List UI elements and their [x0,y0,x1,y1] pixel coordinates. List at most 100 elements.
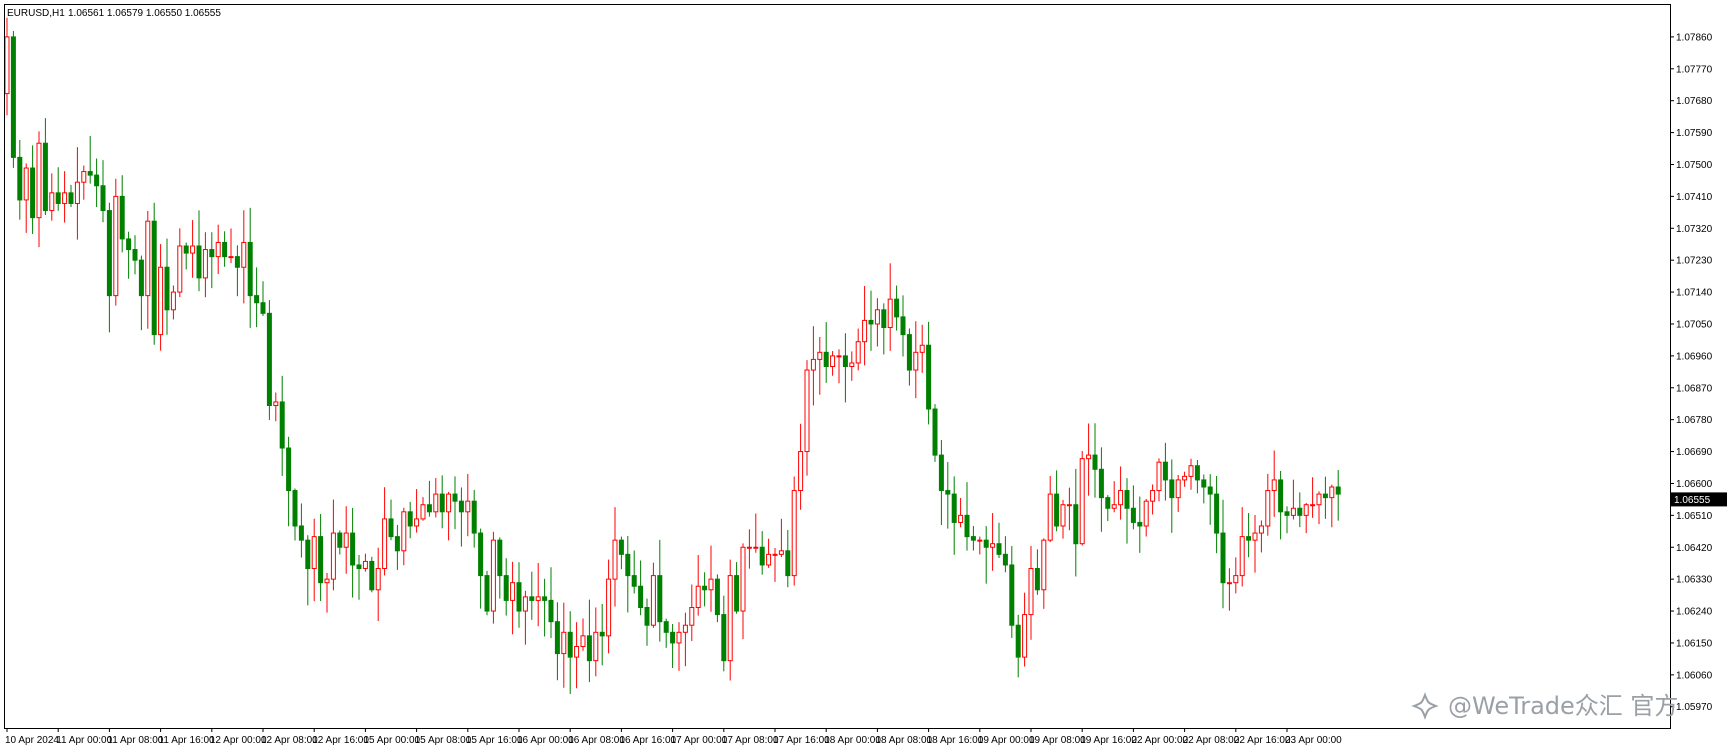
candle-body [138,259,144,297]
candle-body [465,500,471,513]
candle-body [337,532,343,548]
time-tick-label: 15 Apr 16:00 [466,735,523,746]
candle-body [1175,479,1181,499]
candle-body [1220,532,1226,584]
candle-body [862,319,868,343]
candle-body [1118,490,1124,506]
candle-body [945,490,951,495]
time-tick-label: 11 Apr 08:00 [107,735,163,746]
candle-body [170,291,176,311]
candle-body [746,546,752,549]
candle-body [375,568,381,591]
price-tick-label: 1.07410 [1676,192,1713,203]
candle [266,300,272,420]
price-tick-label: 1.06780 [1676,415,1713,426]
candle-body [663,621,669,633]
price-tick-label: 1.06330 [1676,575,1713,586]
candle-body [849,362,855,367]
candle-body [74,181,80,204]
candle-body [260,302,266,314]
candle-body [4,36,10,95]
candle [791,476,797,586]
candle-body [478,532,484,577]
candle-body [612,539,618,580]
candle-body [830,355,836,367]
price-tick-label: 1.07860 [1676,32,1713,43]
candle-body [503,575,509,601]
candle-body [887,298,893,329]
candle-body [471,500,477,534]
candle-body [714,578,720,616]
candle-body [554,621,560,655]
watermark: @WeTrade众汇 官方 [1411,692,1678,720]
candle-body [548,599,554,623]
price-tick-label: 1.06150 [1676,638,1713,649]
candle-body [810,358,816,371]
candle-body [266,312,272,406]
candle-body [791,490,797,577]
time-tick-label: 12 Apr 00:00 [210,735,267,746]
candle-body [388,518,394,538]
time-tick-label: 19 Apr 08:00 [1029,735,1086,746]
candle-body [87,171,93,176]
candle-body [209,249,215,258]
candle-body [132,249,138,261]
candle-body [484,575,490,612]
candle-body [868,319,874,325]
candle-body [1015,624,1021,658]
candle-body [951,493,957,523]
candle-body [1329,486,1335,499]
price-tick-label: 1.07320 [1676,224,1713,235]
candle-body [343,532,349,548]
candle [932,404,938,462]
candle-body [644,607,650,626]
candle-body [983,539,989,548]
candle-body [1252,532,1258,541]
price-tick-label: 1.07590 [1676,128,1713,139]
candle-body [222,241,228,258]
price-tick-label: 1.06240 [1676,607,1713,618]
time-tick-label: 16 Apr 08:00 [568,735,625,746]
candle-body [119,195,125,240]
price-tick-label: 1.07680 [1676,96,1713,107]
candle-body [190,245,196,254]
candle-body [919,344,925,353]
candle-body [606,578,612,637]
time-tick-label: 12 Apr 08:00 [261,735,318,746]
candle-body [618,539,624,555]
watermark-text: @WeTrade众汇 官方 [1448,692,1678,720]
price-chart[interactable]: 1.07860 1.07770 1.07680 1.07590 1.07500 1.074… [0,0,1733,756]
candle-body [311,536,317,570]
candle-body [401,511,407,552]
candle-body [657,575,663,623]
price-tick-label: 1.06420 [1676,543,1713,554]
candle-body [823,351,829,367]
price-tick-label: 1.05970 [1676,702,1713,713]
candle-body [433,493,439,513]
candle-body [362,560,368,570]
price-tag-label: 1.06555 [1674,495,1711,506]
candle-body [682,624,688,633]
time-tick-label: 12 Apr 16:00 [312,735,369,746]
candle-body [740,546,746,612]
candle-body [1002,553,1008,566]
candle [1079,450,1085,546]
candle-body [1079,458,1085,545]
candle-body [1092,454,1098,470]
candle-body [670,631,676,644]
candle-body [81,171,87,183]
time-tick-label: 18 Apr 16:00 [927,735,984,746]
candle-body [727,575,733,662]
candle-body [414,518,420,527]
candle-body [1009,564,1015,626]
candle-body [804,369,810,453]
price-tick-label: 1.07140 [1676,288,1713,299]
candle-body [574,645,580,658]
candle-body [241,241,247,268]
candle-body [177,245,183,293]
time-tick-label: 17 Apr 00:00 [671,735,728,746]
candle-body [894,298,900,318]
price-tick-label: 1.07050 [1676,319,1713,330]
candle [369,556,375,593]
candle-body [964,514,970,538]
